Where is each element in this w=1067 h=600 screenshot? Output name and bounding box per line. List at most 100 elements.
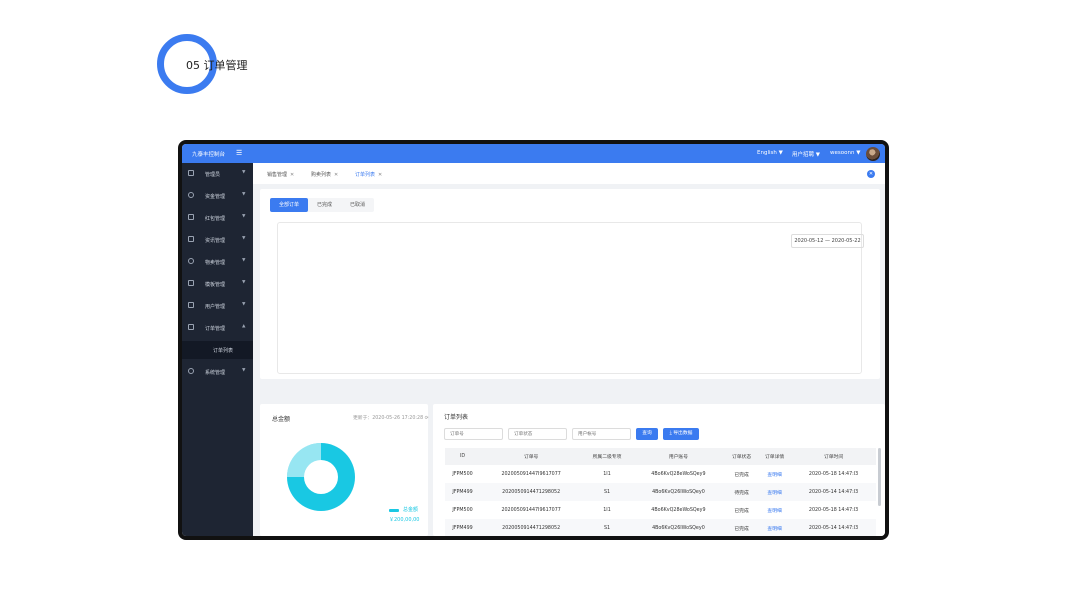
sidebar-item-funds[interactable]: 资金管理 ▼ (182, 185, 253, 207)
close-icon[interactable]: ✕ (290, 172, 294, 178)
user-icon (188, 170, 194, 176)
close-icon[interactable]: ✕ (378, 172, 382, 178)
cell-category: 1I1 (603, 471, 611, 477)
section-title: 05 订单管理 (186, 59, 248, 72)
cell-order-no: 2020050914471298052 (480, 483, 583, 501)
envelope-icon (188, 214, 194, 220)
chevron-up-icon: ▲ (242, 324, 246, 329)
order-number-input[interactable] (444, 428, 503, 440)
user-menu[interactable]: 用户招聘 ▼ (792, 150, 820, 158)
column-header: 用户账号 (631, 448, 726, 465)
cell-account: 4Bo6KvQ28eWoSQey9 (651, 471, 706, 477)
sidebar-item-admin[interactable]: 管理员 ▼ (182, 163, 253, 185)
cell-category: S1 (582, 519, 632, 536)
user-account-input[interactable] (572, 428, 631, 440)
cell-time: 2020-05-18 14:47:I3 (808, 471, 859, 477)
cell-id: JFPM500 (452, 507, 473, 513)
chevron-down-icon: ▼ (242, 170, 246, 175)
table-scrollbar[interactable] (878, 448, 881, 506)
wifi-icon (188, 258, 194, 264)
cell-order-no: 202005091447I9617077 (501, 471, 561, 477)
table-row: JFPM499 2020050914471298052 S1 4Bo6KvQ26IWo… (445, 519, 876, 536)
column-header: 订单详情 (758, 448, 792, 465)
export-button[interactable]: ⤓ 导出数据 (663, 428, 699, 440)
cell-account: 4Bo6KvQ26IWoSQey0 (631, 483, 726, 501)
column-header: 订单时间 (791, 448, 876, 465)
cell-order-no: 202005091447I9617077 (501, 507, 561, 513)
sidebar-item-users[interactable]: 用户管理 ▼ (182, 295, 253, 317)
date-range-picker[interactable]: 2020-05-12 — 2020-05-22 (791, 234, 864, 248)
legend-swatch (389, 509, 399, 512)
sidebar-subitem-order-list[interactable]: 订单列表 (182, 341, 253, 359)
sidebar-item-trading[interactable]: 物卖管理 ▼ (182, 251, 253, 273)
clipboard-icon (188, 324, 194, 330)
sidebar-item-label: 红包管理 (205, 216, 226, 222)
updated-time: 更新于：2020-05-26 17:20:28 ⟳ (353, 416, 429, 421)
cell-id: JFPM499 (445, 483, 481, 501)
cell-account: 4Bo6KvQ26IWoSQey0 (631, 519, 726, 536)
sidebar-item-label: 物卖管理 (205, 260, 226, 266)
language-selector[interactable]: English ▼ (757, 150, 783, 156)
tab-bar: 销售管理 ✕ 购卖列表 ✕ 订单列表 ✕ ✕ (253, 163, 885, 184)
legend-value: ￥200,00,00 (389, 517, 420, 523)
legend-label: 总金额 (403, 507, 419, 513)
view-detail-link[interactable]: 查明细 (758, 519, 792, 536)
close-icon[interactable]: ✕ (334, 172, 338, 178)
device-frame: 九泰丰控制台 ☰ English ▼ 用户招聘 ▼ wesoonn ▼ 管理员 ▼… (178, 140, 889, 540)
order-table: ID 订单号 所属二级专项 用户账号 订单状态 订单详情 订单时间 JFPM50… (445, 448, 876, 536)
avatar[interactable] (866, 147, 880, 161)
chevron-down-icon: ▼ (242, 236, 246, 241)
search-button[interactable]: 查询 (636, 428, 658, 440)
chevron-down-icon: ▼ (242, 302, 246, 307)
cell-status: 待完成 (725, 483, 759, 501)
column-header: 订单状态 (725, 448, 759, 465)
column-header: 订单号 (480, 448, 583, 465)
table-row: JFPM500 202005091447I9617077 1I1 4Bo6KvQ28e… (445, 501, 876, 519)
view-detail-link[interactable]: 查明细 (758, 483, 792, 501)
sidebar-item-template[interactable]: 模板管理 ▼ (182, 273, 253, 295)
app-brand: 九泰丰控制台 (192, 152, 226, 158)
coin-icon (188, 192, 194, 198)
cell-status: 已完成 (725, 519, 759, 536)
tab-order-list[interactable]: 订单列表 ✕ (355, 171, 382, 178)
sidebar-item-redpacket[interactable]: 红包管理 ▼ (182, 207, 253, 229)
chevron-down-icon: ▼ (242, 258, 246, 263)
order-status-input[interactable] (508, 428, 567, 440)
document-icon (188, 236, 194, 242)
sidebar-item-label: 资讯管理 (205, 238, 226, 244)
sidebar-item-label: 订单管理 (205, 326, 226, 332)
table-row: JFPM499 2020050914471298052 S1 4Bo6KvQ26IWo… (445, 483, 876, 501)
sidebar-item-label: 资金管理 (205, 194, 226, 200)
total-amount-card: 总金额 更新于：2020-05-26 17:20:28 ⟳ 总金额 ￥200,0… (260, 404, 429, 536)
sidebar-item-news[interactable]: 资讯管理 ▼ (182, 229, 253, 251)
tab-label: 购卖列表 (311, 172, 332, 178)
chevron-down-icon: ▼ (242, 192, 246, 197)
cell-time: 2020-05-14 14:47:I3 (791, 483, 876, 501)
view-detail-link[interactable]: 查明细 (758, 501, 791, 519)
menu-toggle-icon[interactable]: ☰ (236, 149, 242, 157)
chevron-down-icon: ▼ (242, 368, 246, 373)
tab-trading-list[interactable]: 购卖列表 ✕ (311, 171, 338, 178)
cell-time: 2020-05-18 14:47:I3 (808, 507, 859, 513)
tab-label: 订单列表 (355, 172, 376, 178)
page: 05 订单管理 九泰丰控制台 ☰ English ▼ 用户招聘 ▼ wesoon… (0, 0, 1067, 600)
column-header: 所属二级专项 (582, 448, 632, 465)
cell-category: 1I1 (603, 507, 611, 513)
tab-sales[interactable]: 销售管理 ✕ (267, 171, 294, 178)
view-detail-link[interactable]: 查明细 (758, 465, 791, 483)
line-chart: 02004006008002020-05-122020-05-132020-05… (260, 189, 880, 379)
cell-id: JFPM499 (445, 519, 481, 536)
app-screen: 九泰丰控制台 ☰ English ▼ 用户招聘 ▼ wesoonn ▼ 管理员 ▼… (182, 144, 885, 536)
close-all-tabs-icon[interactable]: ✕ (867, 170, 875, 178)
sidebar-item-system[interactable]: 系统管理 ▼ (182, 361, 253, 383)
sidebar-subitem-label: 订单列表 (213, 348, 234, 354)
tab-label: 销售管理 (267, 172, 288, 178)
table-row: JFPM500 202005091447I9617077 1I1 4Bo6KvQ28e… (445, 465, 876, 483)
cell-status: 已完成 (734, 508, 749, 514)
chart-card: 全部订单 已完成 已取消 02004006008002020-05-122020… (260, 189, 880, 379)
sidebar-item-label: 系统管理 (205, 370, 226, 376)
username-menu[interactable]: wesoonn ▼ (830, 150, 860, 156)
column-header: ID (445, 448, 481, 465)
sidebar-item-orders[interactable]: 订单管理 ▲ (182, 317, 253, 339)
top-bar: 九泰丰控制台 ☰ English ▼ 用户招聘 ▼ wesoonn ▼ (182, 144, 885, 163)
